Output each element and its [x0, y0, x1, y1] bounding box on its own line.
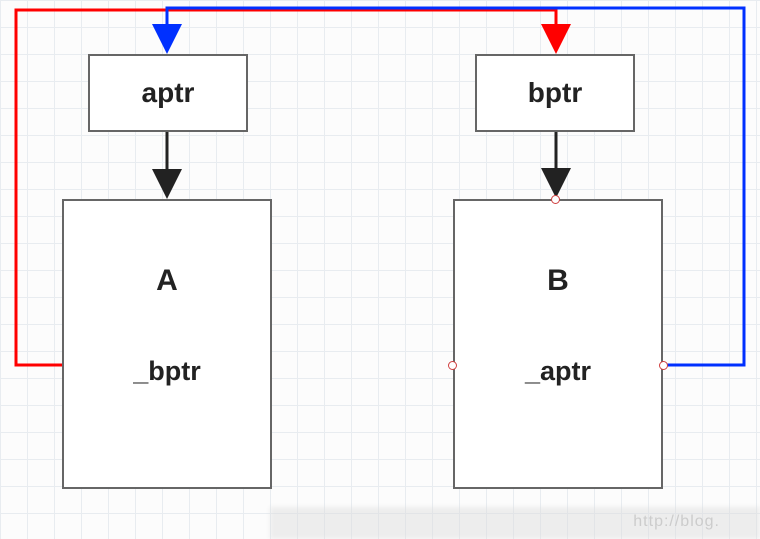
bptr-label: bptr [528, 77, 582, 109]
A-field-bptr: _bptr [133, 356, 201, 387]
aptr-box: aptr [88, 54, 248, 132]
connector-dot [448, 361, 457, 370]
A-object-box: A _bptr [62, 199, 272, 489]
A-name: A [156, 264, 178, 298]
connector-dot [551, 195, 560, 204]
bptr-box: bptr [475, 54, 635, 132]
aptr-label: aptr [142, 77, 195, 109]
connector-dot [659, 361, 668, 370]
B-field-aptr: _aptr [525, 356, 591, 387]
watermark-text: http://blog. [633, 513, 720, 531]
B-object-box: B _aptr [453, 199, 663, 489]
B-name: B [547, 264, 569, 298]
